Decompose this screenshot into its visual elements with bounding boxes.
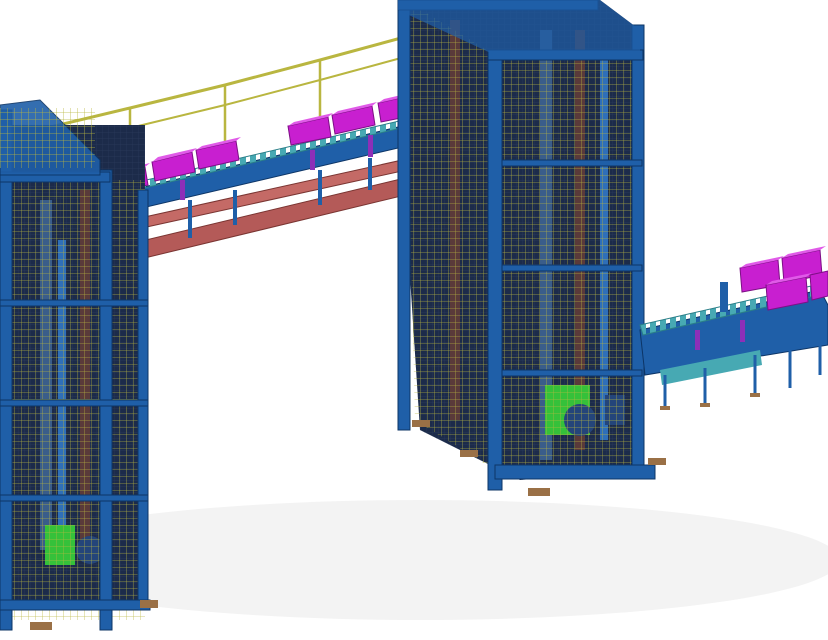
left-tower-top-mesh (0, 108, 95, 168)
left-lift-tower (0, 99, 158, 631)
right-lift-tower (397, 0, 666, 496)
infeed-side-guide (720, 282, 728, 312)
right-tower-side-mesh (405, 0, 495, 470)
cad-render-canvas (0, 0, 828, 640)
